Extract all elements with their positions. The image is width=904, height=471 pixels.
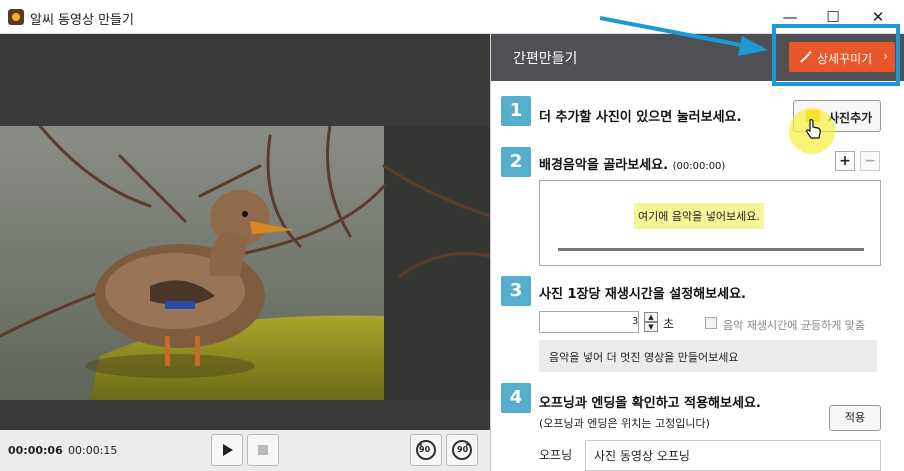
duration-input[interactable]: 3 xyxy=(539,311,639,333)
equalize-label: 음악 재생시간에 균등하게 맞춤 xyxy=(723,319,866,332)
duck-photo xyxy=(0,126,490,400)
hand-cursor-icon xyxy=(806,119,821,139)
rotate-right-label: 90 xyxy=(457,445,469,454)
duration-unit: 초 xyxy=(663,317,675,331)
app-logo-icon xyxy=(8,9,24,25)
current-time: 00:00:06 xyxy=(8,444,63,457)
play-button[interactable] xyxy=(211,434,243,466)
remove-music-button[interactable]: − xyxy=(860,151,880,171)
music-hint: 여기에 음악을 넣어보세요. xyxy=(634,203,764,229)
step-4-badge: 4 xyxy=(501,383,531,413)
stop-button[interactable] xyxy=(247,434,279,466)
step-3-text: 사진 1장당 재생시간을 설정해보세요. xyxy=(539,287,746,302)
music-duration: (00:00:00) xyxy=(672,161,726,172)
total-time: 00:00:15 xyxy=(68,444,118,457)
close-button[interactable]: ✕ xyxy=(858,4,898,30)
equalize-checkbox[interactable] xyxy=(705,317,717,329)
step-2-text-group: 배경음악을 골라보세요. (00:00:00) xyxy=(539,154,725,173)
chevron-right-icon: › xyxy=(883,49,888,63)
opening-label: 오프닝 xyxy=(539,448,573,462)
magic-wand-icon xyxy=(800,50,813,63)
easy-maker-panel: 간편만들기 상세꾸미기 › 1 더 추가할 사진이 있으면 눌러보세요. 사진추… xyxy=(490,34,904,471)
step-1-badge: 1 xyxy=(501,96,531,126)
info-box: 음악을 넣어 더 멋진 영상을 만들어보세요 xyxy=(539,340,877,372)
window-title: 알씨 동영상 만들기 xyxy=(30,13,134,28)
increment-button[interactable]: ▲ xyxy=(644,312,658,322)
step-3-badge: 3 xyxy=(501,276,531,306)
add-photo-label: 사진추가 xyxy=(828,111,873,125)
music-drop-area[interactable]: 여기에 음악을 넣어보세요. xyxy=(539,180,881,266)
preview-panel: 00:00:06 00:00:15 90 90 xyxy=(0,34,490,471)
rotate-left-button[interactable]: 90 xyxy=(410,434,442,466)
step-1-text: 더 추가할 사진이 있으면 눌러보세요. xyxy=(539,110,742,125)
step-4-text: 오프닝과 엔딩을 확인하고 적용해보세요. xyxy=(539,396,761,411)
apply-button[interactable]: 적용 xyxy=(829,405,881,431)
stop-icon xyxy=(258,445,268,455)
playback-controls: 00:00:06 00:00:15 90 90 xyxy=(0,430,490,471)
rotate-left-label: 90 xyxy=(419,445,431,454)
music-timeline xyxy=(558,248,864,251)
add-music-button[interactable]: + xyxy=(835,151,855,171)
minimize-button[interactable]: — xyxy=(770,4,810,30)
play-icon xyxy=(223,444,233,456)
video-preview[interactable] xyxy=(0,126,490,400)
opening-value: 사진 동영상 오프닝 xyxy=(594,449,690,463)
annotation-arrow-icon xyxy=(599,16,768,56)
step-2-text: 배경음악을 골라보세요. xyxy=(539,158,669,173)
duration-value: 3 xyxy=(632,316,639,327)
detail-edit-button[interactable]: 상세꾸미기 › xyxy=(789,42,895,72)
rotate-right-button[interactable]: 90 xyxy=(446,434,478,466)
step-4-subtext: (오프닝과 엔딩은 위치는 고정입니다) xyxy=(539,417,710,430)
detail-edit-label: 상세꾸미기 xyxy=(817,52,873,66)
panel-title: 간편만들기 xyxy=(513,51,578,67)
step-2-badge: 2 xyxy=(501,147,531,177)
maximize-button[interactable]: ☐ xyxy=(813,4,853,30)
decrement-button[interactable]: ▼ xyxy=(644,322,658,332)
info-text: 음악을 넣어 더 멋진 영상을 만들어보세요 xyxy=(549,351,739,364)
opening-input[interactable]: 사진 동영상 오프닝 xyxy=(585,440,881,471)
